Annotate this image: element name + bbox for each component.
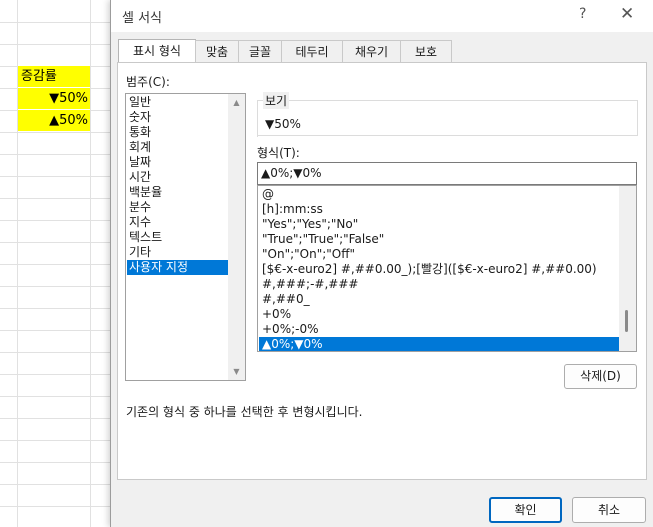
- category-item[interactable]: 분수: [127, 200, 228, 215]
- cell-header[interactable]: 증감률: [18, 66, 90, 87]
- tab-fill[interactable]: 채우기: [342, 40, 401, 62]
- spreadsheet-grid: 증감률 ▼50% ▲50%: [0, 0, 120, 527]
- row-gridline: [0, 22, 120, 23]
- scroll-down-icon[interactable]: ▼: [228, 363, 245, 380]
- cancel-button[interactable]: 취소: [572, 497, 646, 523]
- row-gridline: [0, 352, 120, 353]
- tab-protection[interactable]: 보호: [400, 40, 452, 62]
- row-gridline: [0, 308, 120, 309]
- row-gridline: [0, 374, 120, 375]
- tab-font[interactable]: 글꼴: [238, 40, 282, 62]
- category-item[interactable]: 시간: [127, 170, 228, 185]
- sample-divider: [257, 101, 258, 137]
- format-item[interactable]: @: [259, 187, 620, 202]
- row-gridline: [0, 264, 120, 265]
- cell-value[interactable]: ▼50%: [18, 88, 90, 109]
- row-gridline: [0, 132, 120, 133]
- category-item[interactable]: 기타: [127, 245, 228, 260]
- category-item[interactable]: 통화: [127, 125, 228, 140]
- format-item[interactable]: [h]:mm:ss: [259, 202, 620, 217]
- description-text: 기존의 형식 중 하나를 선택한 후 변형시킵니다.: [126, 405, 363, 419]
- format-item[interactable]: [$€-x-euro2] #,##0.00_);[빨강]([$€-x-euro2…: [259, 262, 620, 277]
- category-label: 범주(C):: [126, 75, 170, 89]
- row-gridline: [0, 176, 120, 177]
- row-gridline: [0, 44, 120, 45]
- sample-value: ▼50%: [265, 117, 301, 131]
- format-item[interactable]: +0%;-0%: [259, 322, 620, 337]
- category-item-selected[interactable]: 사용자 지정: [127, 260, 228, 275]
- row-gridline: [0, 506, 120, 507]
- dialog-title: 셀 서식: [122, 11, 163, 26]
- close-button[interactable]: ✕: [620, 4, 634, 24]
- sample-box: [257, 100, 638, 137]
- sample-label: 보기: [263, 92, 290, 109]
- category-scrollbar[interactable]: ▲ ▼: [228, 94, 245, 380]
- category-list[interactable]: 일반 숫자 통화 회계 날짜 시간 백분율 분수 지수 텍스트 기타 사용자 지…: [125, 93, 246, 381]
- category-item[interactable]: 백분율: [127, 185, 228, 200]
- row-gridline: [0, 286, 120, 287]
- category-item[interactable]: 날짜: [127, 155, 228, 170]
- scroll-thumb[interactable]: [625, 310, 628, 332]
- category-item[interactable]: 일반: [127, 95, 228, 110]
- format-item[interactable]: "Yes";"Yes";"No": [259, 217, 620, 232]
- format-item[interactable]: "On";"On";"Off": [259, 247, 620, 262]
- category-item[interactable]: 숫자: [127, 110, 228, 125]
- tab-border[interactable]: 테두리: [281, 40, 343, 62]
- format-scrollbar[interactable]: [619, 186, 636, 351]
- dialog-titlebar[interactable]: 셀 서식 ? ✕: [111, 0, 653, 32]
- format-code-input[interactable]: ▲0%;▼0%: [257, 162, 637, 185]
- format-item-selected[interactable]: ▲0%;▼0%: [259, 337, 620, 351]
- row-gridline: [0, 220, 120, 221]
- row-gridline: [0, 396, 120, 397]
- row-gridline: [0, 330, 120, 331]
- cell-value[interactable]: ▲50%: [18, 110, 90, 131]
- category-item[interactable]: 지수: [127, 215, 228, 230]
- category-item[interactable]: 회계: [127, 140, 228, 155]
- row-gridline: [0, 440, 120, 441]
- row-gridline: [0, 462, 120, 463]
- row-gridline: [0, 198, 120, 199]
- format-item[interactable]: #,###;-#,###: [259, 277, 620, 292]
- format-item[interactable]: +0%: [259, 307, 620, 322]
- ok-button[interactable]: 확인: [489, 497, 562, 523]
- row-gridline: [0, 242, 120, 243]
- tab-alignment[interactable]: 맞춤: [195, 40, 239, 62]
- help-button[interactable]: ?: [579, 6, 586, 22]
- delete-button[interactable]: 삭제(D): [564, 364, 637, 389]
- row-gridline: [0, 484, 120, 485]
- format-cells-dialog: 셀 서식 ? ✕ 표시 형식 맞춤 글꼴 테두리 채우기 보호 범주(C): 일…: [110, 0, 653, 527]
- row-gridline: [0, 418, 120, 419]
- format-item[interactable]: "True";"True";"False": [259, 232, 620, 247]
- scroll-up-icon[interactable]: ▲: [228, 94, 245, 111]
- type-label: 형식(T):: [257, 146, 300, 160]
- tab-number[interactable]: 표시 형식: [118, 39, 196, 63]
- format-list[interactable]: @ [h]:mm:ss "Yes";"Yes";"No" "True";"Tru…: [257, 185, 637, 352]
- format-item[interactable]: #,##0_: [259, 292, 620, 307]
- category-item[interactable]: 텍스트: [127, 230, 228, 245]
- row-gridline: [0, 154, 120, 155]
